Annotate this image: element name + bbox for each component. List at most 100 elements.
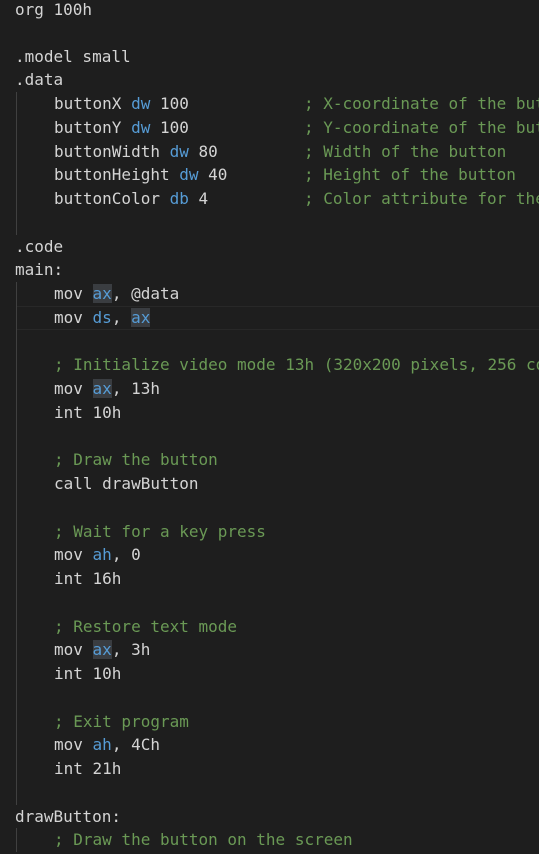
opcode: mov <box>54 545 83 564</box>
code-line: .model small <box>0 45 539 69</box>
code-line: .code <box>0 235 539 259</box>
indent-guide <box>16 662 17 686</box>
code-line: mov ah, 4Ch <box>0 733 539 757</box>
code-directive: .code <box>15 237 64 256</box>
var-type: dw <box>179 165 199 184</box>
register-highlight: ax <box>92 379 112 398</box>
code-line: int 10h <box>0 401 539 425</box>
operand: , 13h <box>111 379 160 398</box>
code-line: buttonHeight dw 40 ; Height of the butto… <box>0 163 539 187</box>
opcode: mov <box>54 640 83 659</box>
operand: , 4Ch <box>111 735 160 754</box>
operand: , @data <box>111 284 180 303</box>
code-line: ; Draw the button <box>0 448 539 472</box>
comment: ; Exit program <box>54 712 189 731</box>
var-type: db <box>169 189 189 208</box>
opcode: mov <box>54 735 83 754</box>
indent-guide <box>16 686 17 710</box>
indent-guide <box>16 448 17 472</box>
indent-guide <box>16 567 17 591</box>
code-line: int 21h <box>0 757 539 781</box>
code-line: ; Restore text mode <box>0 615 539 639</box>
indent-guide <box>16 496 17 520</box>
indent-guide <box>16 781 17 805</box>
instruction: call drawButton <box>54 474 199 493</box>
code-line: buttonColor db 4 ; Color attribute for t… <box>0 187 539 211</box>
code-line <box>0 591 539 615</box>
code-line: mov ax, @data <box>0 282 539 306</box>
indent-guide <box>16 520 17 544</box>
code-line <box>0 496 539 520</box>
register-highlight: ax <box>92 284 112 303</box>
code-line: int 16h <box>0 567 539 591</box>
register-highlight: ax <box>131 308 151 327</box>
comment: ; Restore text mode <box>54 617 238 636</box>
code-line: call drawButton <box>0 472 539 496</box>
code-line: ; Exit program <box>0 710 539 734</box>
indent-guide <box>16 163 17 187</box>
indent-guide <box>16 353 17 377</box>
indent-guide <box>16 92 17 116</box>
opcode: mov <box>54 284 83 303</box>
var-type: dw <box>131 94 151 113</box>
var-value: 4 <box>198 189 209 208</box>
register: ds <box>92 308 112 327</box>
var-value: 40 <box>208 165 228 184</box>
var-comment: ; Color attribute for the button <box>304 189 539 208</box>
code-line: ; Initialize video mode 13h (320x200 pix… <box>0 353 539 377</box>
org-directive: org 100h <box>15 0 93 19</box>
code-editor[interactable]: org 100h .model small .data buttonX dw 1… <box>0 0 539 854</box>
current-line: mov ds, ax <box>0 306 539 330</box>
indent-guide <box>16 543 17 567</box>
indent-guide <box>16 187 17 211</box>
code-line: int 10h <box>0 662 539 686</box>
comment: ; Wait for a key press <box>54 522 266 541</box>
indent-guide <box>16 591 17 615</box>
indent-guide <box>16 211 17 235</box>
code-line: mov ax, 3h <box>0 638 539 662</box>
code-line: mov ax, 13h <box>0 377 539 401</box>
opcode: mov <box>54 308 83 327</box>
code-line: .data <box>0 68 539 92</box>
code-line <box>0 211 539 235</box>
code-line: mov ah, 0 <box>0 543 539 567</box>
comment: ; Initialize video mode 13h (320x200 pix… <box>54 355 539 374</box>
indent-guide <box>16 306 17 330</box>
indent-guide <box>16 472 17 496</box>
var-comment: ; Height of the button <box>304 165 516 184</box>
register: ah <box>92 545 112 564</box>
indent-guide <box>16 401 17 425</box>
instruction: int 21h <box>54 759 122 778</box>
model-directive: .model small <box>15 47 131 66</box>
comment: ; Draw the button on the screen <box>54 830 353 849</box>
code-line: buttonWidth dw 80 ; Width of the button <box>0 140 539 164</box>
data-directive: .data <box>15 70 64 89</box>
indent-guide <box>16 638 17 662</box>
indent-guide <box>16 329 17 353</box>
indent-guide <box>16 116 17 140</box>
var-comment: ; Width of the button <box>304 142 507 161</box>
indent-guide <box>16 828 17 852</box>
var-name: buttonWidth <box>54 142 160 161</box>
code-line <box>0 329 539 353</box>
indent-guide <box>16 615 17 639</box>
opcode: mov <box>54 379 83 398</box>
code-line: ; Wait for a key press <box>0 520 539 544</box>
var-type: dw <box>131 118 151 137</box>
register-highlight: ax <box>92 640 112 659</box>
var-value: 100 <box>159 94 189 113</box>
code-line: drawButton: <box>0 805 539 829</box>
code-line <box>0 686 539 710</box>
code-line <box>0 424 539 448</box>
draw-button-label: drawButton: <box>15 807 121 826</box>
var-comment: ; X-coordinate of the button <box>304 94 539 113</box>
indent-guide <box>16 140 17 164</box>
var-name: buttonHeight <box>54 165 170 184</box>
var-name: buttonX <box>54 94 122 113</box>
register: ah <box>92 735 112 754</box>
indent-guide <box>16 710 17 734</box>
instruction: int 16h <box>54 569 122 588</box>
operand: , 3h <box>111 640 151 659</box>
var-value: 80 <box>198 142 218 161</box>
code-line: ; Draw the button on the screen <box>0 828 539 852</box>
